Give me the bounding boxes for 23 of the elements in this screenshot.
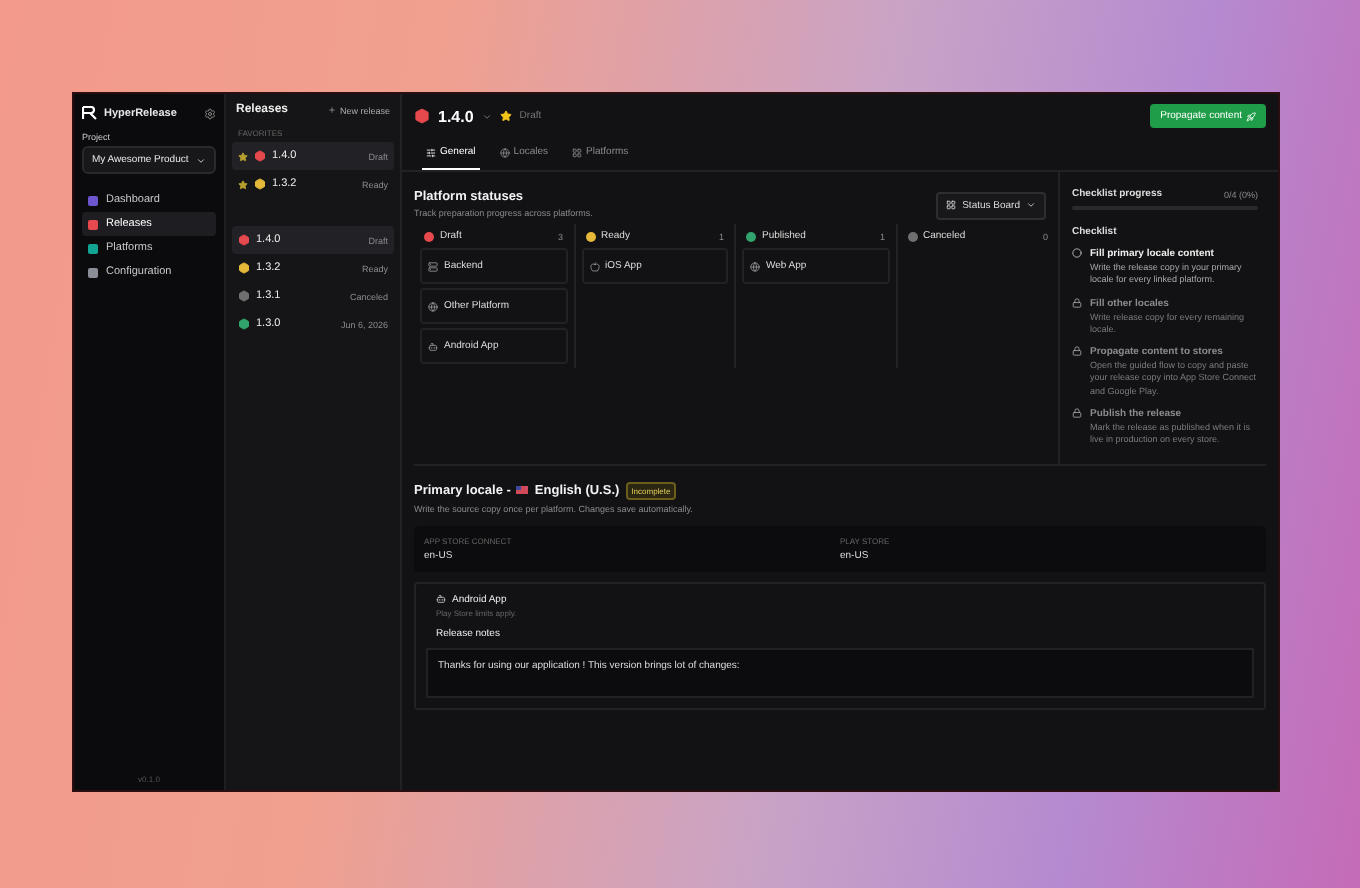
sliders-icon bbox=[426, 147, 436, 157]
grid-icon bbox=[572, 147, 583, 157]
star-icon bbox=[238, 179, 248, 189]
logo-icon bbox=[82, 106, 98, 120]
apple-icon bbox=[589, 261, 599, 271]
settings-icon[interactable] bbox=[204, 107, 216, 119]
globe-icon bbox=[750, 261, 760, 271]
release-title: 1.4.0 bbox=[438, 107, 474, 125]
chevron-icon bbox=[196, 155, 206, 165]
grid-icon bbox=[946, 200, 957, 210]
robot-icon bbox=[436, 594, 446, 605]
flag-icon bbox=[516, 486, 529, 495]
robot-icon bbox=[428, 341, 438, 351]
chevron-icon bbox=[1026, 200, 1036, 210]
rocket-icon bbox=[1246, 111, 1256, 121]
circle-icon[interactable] bbox=[1072, 248, 1082, 258]
chevron-icon[interactable] bbox=[481, 111, 492, 121]
globe-icon bbox=[428, 301, 438, 311]
server-icon bbox=[428, 261, 438, 271]
star-icon bbox=[238, 151, 248, 161]
plus-icon bbox=[327, 106, 336, 114]
star-icon[interactable] bbox=[499, 110, 512, 122]
globe-icon bbox=[499, 147, 510, 157]
